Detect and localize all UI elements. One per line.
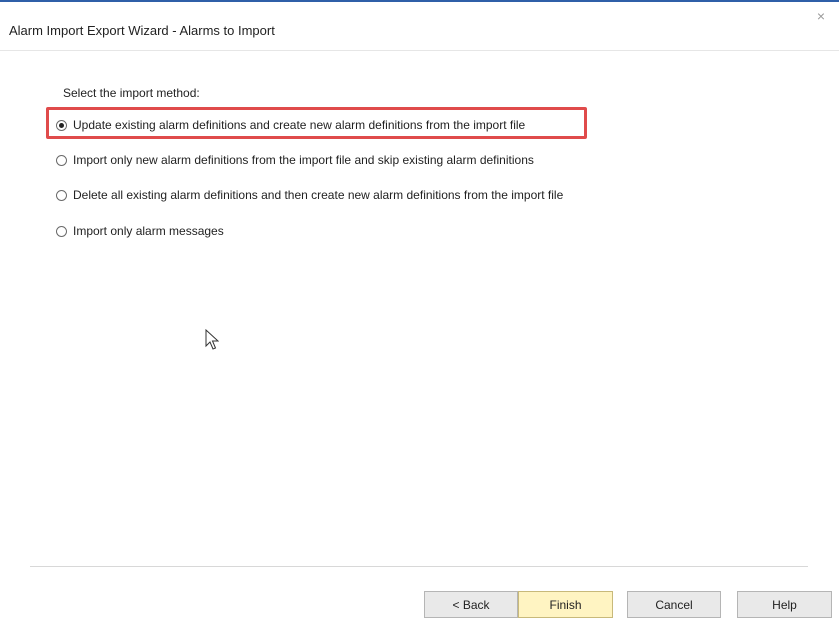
close-icon[interactable]: ×: [813, 8, 829, 24]
finish-button[interactable]: Finish: [518, 591, 613, 618]
option-label-update-existing: Update existing alarm definitions and cr…: [73, 118, 526, 132]
footer-separator: [30, 566, 808, 567]
import-method-prompt: Select the import method:: [63, 86, 200, 100]
radio-update-existing[interactable]: [56, 119, 67, 131]
radio-import-messages-only[interactable]: [56, 225, 67, 237]
cancel-button[interactable]: Cancel: [627, 591, 721, 618]
option-import-messages-only[interactable]: Import only alarm messages: [56, 222, 224, 240]
back-button[interactable]: < Back: [424, 591, 518, 618]
import-wizard-dialog: Alarm Import Export Wizard - Alarms to I…: [0, 0, 839, 627]
option-label-import-messages-only: Import only alarm messages: [73, 224, 224, 238]
radio-import-new-only[interactable]: [56, 154, 67, 166]
help-button[interactable]: Help: [737, 591, 832, 618]
option-label-import-new-only: Import only new alarm definitions from t…: [73, 153, 534, 167]
option-import-new-only[interactable]: Import only new alarm definitions from t…: [56, 151, 534, 169]
mouse-pointer-icon: [205, 329, 219, 350]
option-label-delete-and-create: Delete all existing alarm definitions an…: [73, 188, 564, 202]
title-bar: Alarm Import Export Wizard - Alarms to I…: [0, 2, 839, 51]
option-delete-and-create[interactable]: Delete all existing alarm definitions an…: [56, 186, 563, 204]
radio-delete-and-create[interactable]: [56, 189, 67, 201]
window-title: Alarm Import Export Wizard - Alarms to I…: [9, 23, 275, 38]
option-update-existing[interactable]: Update existing alarm definitions and cr…: [56, 116, 525, 134]
